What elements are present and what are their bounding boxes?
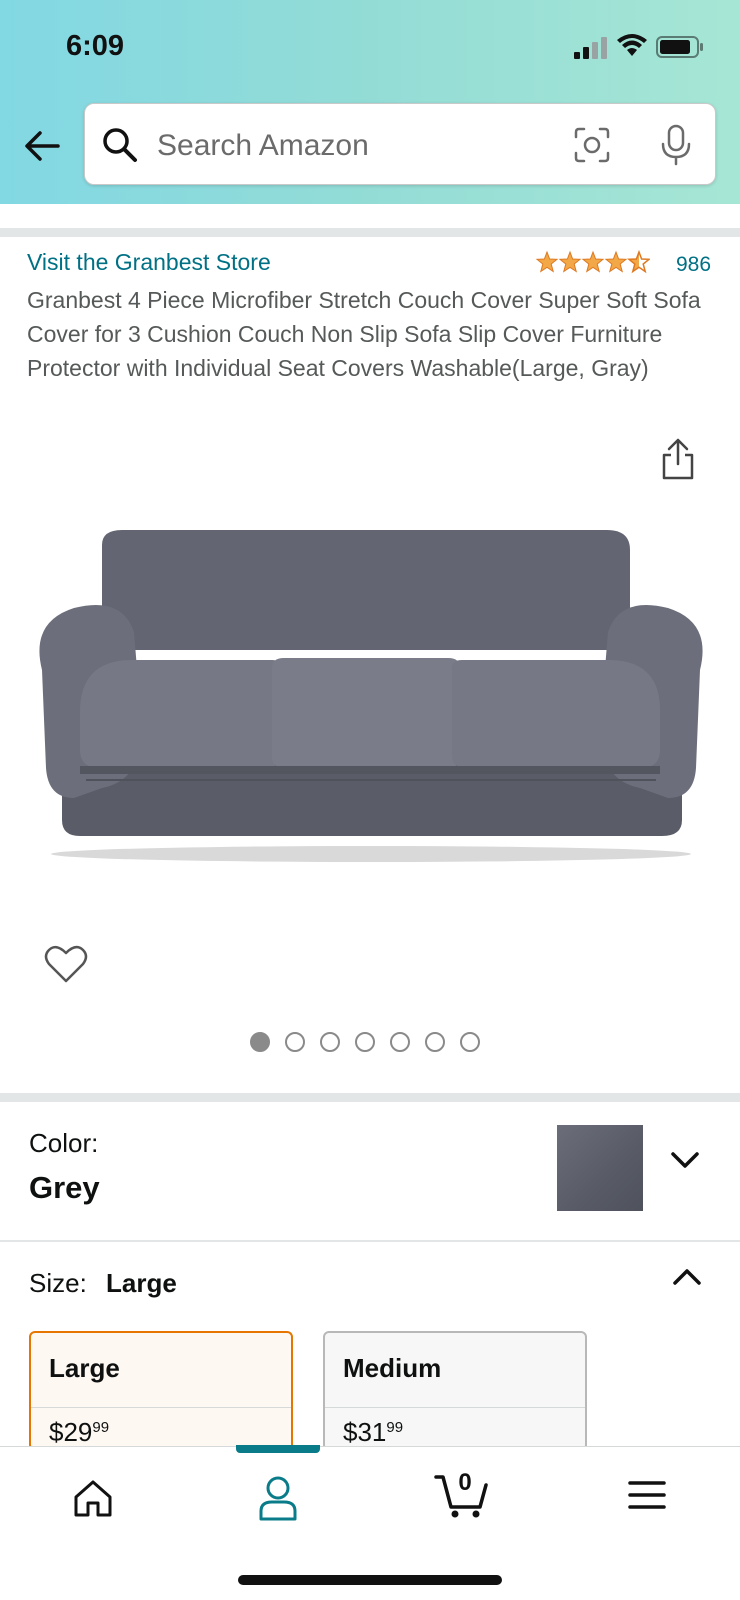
signal-icon <box>574 37 607 59</box>
bottom-nav: 0 <box>0 1445 740 1600</box>
star-rating[interactable] <box>536 250 650 274</box>
store-link[interactable]: Visit the Granbest Store <box>27 249 271 276</box>
home-indicator <box>238 1575 502 1585</box>
share-icon[interactable] <box>660 436 696 480</box>
carousel-dot[interactable] <box>250 1032 270 1052</box>
wishlist-heart-icon[interactable] <box>44 944 88 984</box>
chevron-up-icon[interactable] <box>670 1265 704 1289</box>
price-whole: $29 <box>49 1417 93 1447</box>
header: 6:09 Search Amazon <box>0 0 740 204</box>
carousel-dot[interactable] <box>460 1032 480 1052</box>
microphone-icon[interactable] <box>659 124 693 166</box>
price-whole: $31 <box>343 1417 387 1447</box>
search-placeholder: Search Amazon <box>157 129 369 162</box>
carousel-dot[interactable] <box>425 1032 445 1052</box>
home-icon[interactable] <box>72 1477 114 1519</box>
size-option-name: Medium <box>343 1353 442 1383</box>
divider <box>325 1407 585 1408</box>
wifi-icon <box>617 34 647 56</box>
color-value: Grey <box>29 1170 100 1205</box>
product-image[interactable] <box>22 530 720 880</box>
divider <box>0 1240 740 1242</box>
carousel-dot[interactable] <box>390 1032 410 1052</box>
size-option-large[interactable]: Large $2999 <box>29 1331 293 1451</box>
image-carousel-dots <box>250 1032 480 1052</box>
camera-scan-icon[interactable] <box>573 126 611 164</box>
status-time: 6:09 <box>66 30 125 62</box>
size-label: Size: <box>29 1268 87 1298</box>
carousel-dot[interactable] <box>285 1032 305 1052</box>
profile-icon[interactable] <box>258 1475 298 1521</box>
size-option-name: Large <box>49 1353 120 1383</box>
cart-button[interactable]: 0 <box>434 1469 490 1519</box>
color-swatch[interactable] <box>557 1125 643 1211</box>
rating-count[interactable]: 986 <box>676 253 711 277</box>
active-tab-indicator <box>236 1445 320 1453</box>
menu-icon[interactable] <box>628 1479 666 1511</box>
carousel-dot[interactable] <box>320 1032 340 1052</box>
section-divider <box>0 228 740 237</box>
size-option-price: $2999 <box>49 1417 109 1448</box>
size-value: Large <box>106 1268 177 1298</box>
size-option-medium[interactable]: Medium $3199 <box>323 1331 587 1451</box>
chevron-down-icon[interactable] <box>668 1148 702 1172</box>
size-option-price: $3199 <box>343 1417 403 1448</box>
price-fraction: 99 <box>386 1419 404 1436</box>
spacer <box>0 204 740 224</box>
carousel-dot[interactable] <box>355 1032 375 1052</box>
search-icon <box>103 128 137 162</box>
product-title: Granbest 4 Piece Microfiber Stretch Couc… <box>27 287 701 381</box>
battery-icon <box>656 36 703 58</box>
section-divider <box>0 1093 740 1102</box>
price-fraction: 99 <box>92 1419 110 1436</box>
cart-count: 0 <box>458 1469 472 1496</box>
search-input[interactable]: Search Amazon <box>84 103 716 185</box>
back-arrow-icon[interactable] <box>22 126 62 166</box>
color-label: Color: <box>29 1128 99 1158</box>
divider <box>31 1407 291 1408</box>
